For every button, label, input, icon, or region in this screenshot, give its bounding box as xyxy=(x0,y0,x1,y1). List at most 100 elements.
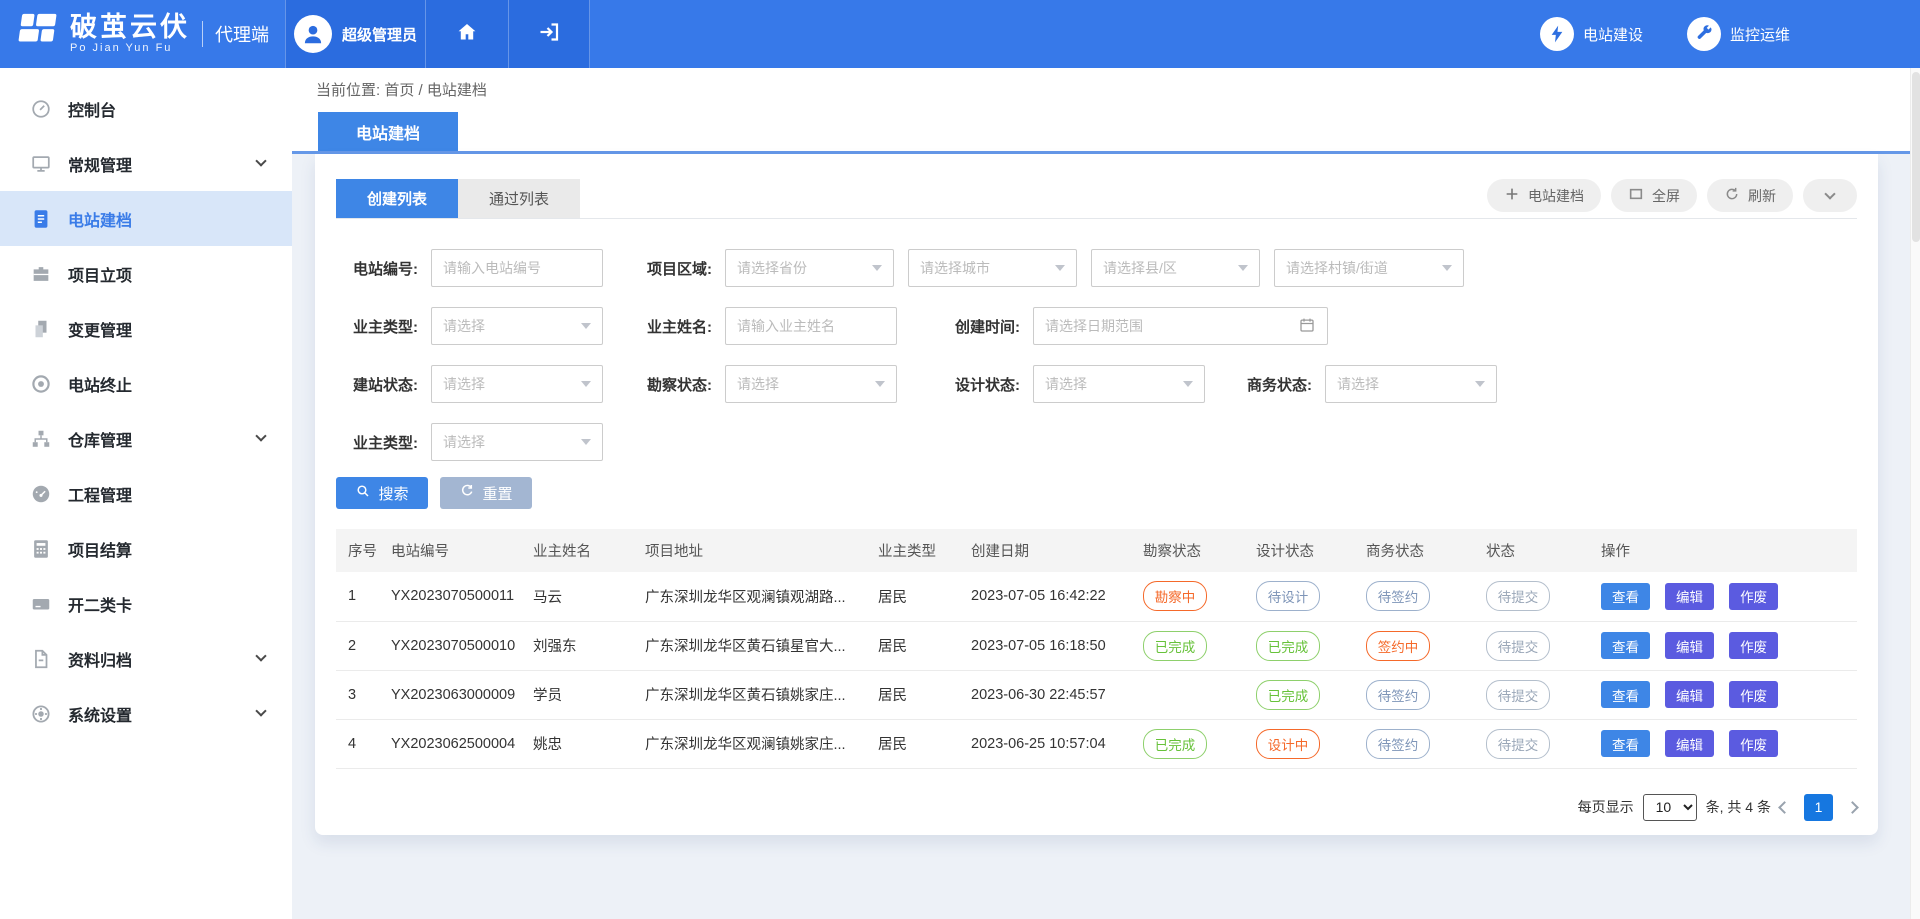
survey-status-select[interactable]: 请选择 xyxy=(725,365,897,403)
stations-table: 序号 电站编号 业主姓名 项目地址 业主类型 创建日期 勘察状态 设计状态 商务… xyxy=(336,529,1857,769)
copy-icon xyxy=(30,318,52,340)
nav-monitoring-ops[interactable]: 监控运维 xyxy=(1687,17,1790,51)
filter-label: 业主类型: xyxy=(336,316,431,337)
filter-label: 建站状态: xyxy=(336,374,431,395)
sidebar-item-general-mgmt[interactable]: 常规管理 xyxy=(0,136,292,191)
owner-type-select[interactable]: 请选择 xyxy=(431,307,603,345)
void-button[interactable]: 作废 xyxy=(1729,730,1778,757)
sidebar-item-data-archiving[interactable]: 资料归档 xyxy=(0,631,292,686)
status-badge: 待提交 xyxy=(1486,631,1550,661)
sidebar-item-label: 仓库管理 xyxy=(68,427,132,451)
view-button[interactable]: 查看 xyxy=(1601,632,1650,659)
home-button[interactable] xyxy=(425,0,508,68)
calculator-icon xyxy=(30,538,52,560)
page-number-button[interactable]: 1 xyxy=(1804,794,1833,821)
status-badge: 勘察中 xyxy=(1143,581,1207,611)
view-button[interactable]: 查看 xyxy=(1601,730,1650,757)
edit-button[interactable]: 编辑 xyxy=(1665,681,1714,708)
city-select[interactable]: 请选择城市 xyxy=(908,249,1077,287)
view-button[interactable]: 查看 xyxy=(1601,681,1650,708)
sidebar-item-engineering-mgmt[interactable]: 工程管理 xyxy=(0,466,292,521)
design-status-select[interactable]: 请选择 xyxy=(1033,365,1205,403)
void-button[interactable]: 作废 xyxy=(1729,583,1778,610)
build-status-select[interactable]: 请选择 xyxy=(431,365,603,403)
caret-down-icon xyxy=(1183,381,1193,387)
list-tabs: 创建列表 通过列表 xyxy=(336,179,580,218)
chevron-down-icon xyxy=(255,430,266,441)
fullscreen-button[interactable]: 全屏 xyxy=(1611,179,1697,212)
table-header-row: 序号 电站编号 业主姓名 项目地址 业主类型 创建日期 勘察状态 设计状态 商务… xyxy=(336,529,1857,572)
col-status: 状态 xyxy=(1476,529,1591,572)
per-page-label: 每页显示 xyxy=(1578,797,1634,817)
filter-label: 商务状态: xyxy=(1205,374,1325,395)
sidebar-item-label: 系统设置 xyxy=(68,702,132,726)
file-icon xyxy=(30,648,52,670)
refresh-button[interactable]: 刷新 xyxy=(1707,179,1793,212)
tab-create-list[interactable]: 创建列表 xyxy=(336,179,458,218)
tab-passed-list[interactable]: 通过列表 xyxy=(458,179,580,218)
sidebar-item-warehouse-mgmt[interactable]: 仓库管理 xyxy=(0,411,292,466)
chevron-down-icon xyxy=(255,705,266,716)
owner-type-select-2[interactable]: 请选择 xyxy=(431,423,603,461)
col-station-no: 电站编号 xyxy=(381,529,523,572)
village-select[interactable]: 请选择村镇/街道 xyxy=(1274,249,1464,287)
logout-button[interactable] xyxy=(508,0,590,68)
prev-page-button[interactable] xyxy=(1778,801,1791,814)
create-station-button[interactable]: 电站建档 xyxy=(1487,179,1601,212)
next-page-button[interactable] xyxy=(1846,801,1859,814)
status-badge: 待提交 xyxy=(1486,680,1550,710)
void-button[interactable]: 作废 xyxy=(1729,632,1778,659)
briefcase-icon xyxy=(30,263,52,285)
search-button[interactable]: 搜索 xyxy=(336,477,428,509)
page-tab-station-archive[interactable]: 电站建档 xyxy=(318,112,458,151)
status-badge: 签约中 xyxy=(1366,631,1430,661)
chevron-down-icon xyxy=(255,650,266,661)
caret-down-icon xyxy=(1442,265,1452,271)
per-page-select[interactable]: 10 xyxy=(1643,794,1697,821)
sidebar-item-label: 工程管理 xyxy=(68,482,132,506)
sidebar-item-change-mgmt[interactable]: 变更管理 xyxy=(0,301,292,356)
sidebar-item-label: 项目结算 xyxy=(68,537,132,561)
caret-down-icon xyxy=(872,265,882,271)
app-window: 破茧云伏 Po Jian Yun Fu 代理端 超级管理员 xyxy=(0,0,1920,919)
province-select[interactable]: 请选择省份 xyxy=(725,249,894,287)
sidebar-item-open-class2-card[interactable]: 开二类卡 xyxy=(0,576,292,631)
sidebar-item-station-archive[interactable]: 电站建档 xyxy=(0,191,292,246)
brand-logo: 破茧云伏 Po Jian Yun Fu xyxy=(0,0,190,68)
scrollbar[interactable] xyxy=(1910,68,1920,919)
card-icon xyxy=(30,593,52,615)
sidebar-item-station-termination[interactable]: 电站终止 xyxy=(0,356,292,411)
stop-circle-icon xyxy=(30,373,52,395)
caret-down-icon xyxy=(875,381,885,387)
refresh-icon xyxy=(1724,186,1740,205)
void-button[interactable]: 作废 xyxy=(1729,681,1778,708)
nav-station-construction[interactable]: 电站建设 xyxy=(1540,17,1643,51)
user-menu[interactable]: 超级管理员 xyxy=(285,0,425,68)
edit-button[interactable]: 编辑 xyxy=(1665,632,1714,659)
business-status-select[interactable]: 请选择 xyxy=(1325,365,1497,403)
gauge-icon xyxy=(30,483,52,505)
total-count-label: 条, 共 4 条 xyxy=(1706,797,1771,817)
county-select[interactable]: 请选择县/区 xyxy=(1091,249,1260,287)
scrollbar-thumb[interactable] xyxy=(1912,72,1920,242)
sidebar-item-project-settlement[interactable]: 项目结算 xyxy=(0,521,292,576)
view-button[interactable]: 查看 xyxy=(1601,583,1650,610)
top-bar: 破茧云伏 Po Jian Yun Fu 代理端 超级管理员 xyxy=(0,0,1920,68)
filter-label: 业主类型: xyxy=(336,432,431,453)
edit-button[interactable]: 编辑 xyxy=(1665,583,1714,610)
fullscreen-icon xyxy=(1628,186,1644,205)
date-range-input[interactable]: 请选择日期范围 xyxy=(1033,307,1328,345)
sidebar-item-project-initiation[interactable]: 项目立项 xyxy=(0,246,292,301)
edit-button[interactable]: 编辑 xyxy=(1665,730,1714,757)
content-card: 创建列表 通过列表 电站建档 全屏 xyxy=(315,154,1878,835)
sidebar-item-console[interactable]: 控制台 xyxy=(0,81,292,136)
table-row: 1 YX2023070500011 马云 广东深圳龙华区观澜镇观湖路... 居民… xyxy=(336,572,1857,621)
caret-down-icon xyxy=(581,439,591,445)
station-no-input[interactable] xyxy=(431,249,603,287)
owner-name-input[interactable] xyxy=(725,307,897,345)
nav-item-label: 电站建设 xyxy=(1583,24,1643,45)
sidebar-item-label: 资料归档 xyxy=(68,647,132,671)
sidebar-item-system-settings[interactable]: 系统设置 xyxy=(0,686,292,741)
collapse-toolbar-button[interactable] xyxy=(1803,179,1857,212)
reset-button[interactable]: 重置 xyxy=(440,477,532,509)
